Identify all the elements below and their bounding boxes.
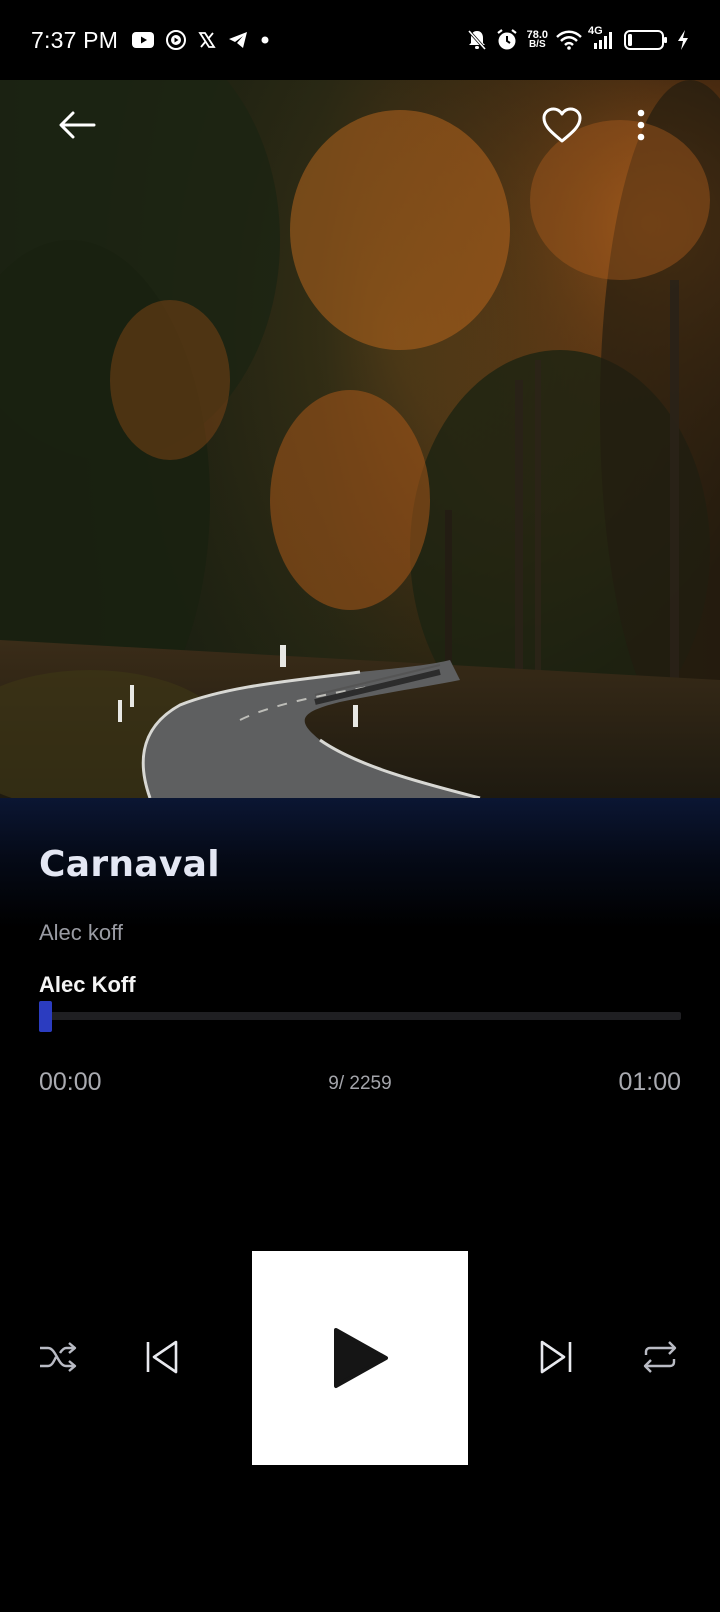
net-speed: 78.0 B/S [527, 30, 548, 50]
song-title: Carnaval [39, 844, 220, 885]
skip-next-icon [540, 1340, 572, 1374]
bell-muted-icon [467, 29, 487, 51]
youtube-music-icon [166, 30, 187, 50]
system-icons: 78.0 B/S 4G [467, 25, 690, 52]
status-bar: 7:37 PM 78.0 B/S 4G [0, 0, 720, 80]
battery-icon [624, 29, 668, 51]
repeat-button[interactable] [634, 1331, 686, 1383]
network-type: 4G [588, 25, 603, 37]
shuffle-button[interactable] [32, 1331, 84, 1383]
arrow-left-icon [59, 111, 96, 139]
status-time: 7:37 PM [31, 26, 119, 53]
track-info: Carnaval Alec koff Alec Koff [0, 798, 720, 1098]
favorite-button[interactable] [530, 93, 594, 157]
charging-bolt-icon [676, 29, 690, 51]
progress-thumb[interactable] [39, 1001, 52, 1032]
back-button[interactable] [46, 93, 110, 157]
album-art-image [0, 80, 720, 798]
total-time: 01:00 [618, 1068, 681, 1096]
previous-button[interactable] [136, 1331, 188, 1383]
skip-previous-icon [146, 1340, 178, 1374]
album-art [0, 80, 720, 798]
more-options-button[interactable] [609, 93, 673, 157]
youtube-icon [132, 32, 155, 48]
net-speed-unit: B/S [528, 39, 546, 50]
play-icon [334, 1328, 388, 1388]
repeat-icon [643, 1341, 677, 1373]
shuffle-icon [40, 1342, 77, 1372]
music-player-screen: 7:37 PM 78.0 B/S 4G Carnaval Alec koff A… [0, 0, 720, 1612]
signal-icon: 4G [588, 25, 616, 51]
heart-outline-icon [542, 107, 582, 143]
dot-icon [260, 35, 270, 45]
play-button[interactable] [252, 1251, 468, 1465]
telegram-icon [228, 31, 248, 49]
alarm-icon [495, 28, 519, 52]
next-button[interactable] [530, 1331, 582, 1383]
x-icon [198, 31, 216, 49]
wifi-icon [556, 30, 582, 50]
artist-name[interactable]: Alec Koff [39, 972, 136, 998]
notification-icons [132, 30, 270, 50]
more-vertical-icon [637, 109, 645, 141]
progress-track[interactable] [39, 1012, 681, 1020]
track-counter: 9/ 2259 [328, 1073, 392, 1094]
album-name: Alec koff [39, 920, 123, 945]
